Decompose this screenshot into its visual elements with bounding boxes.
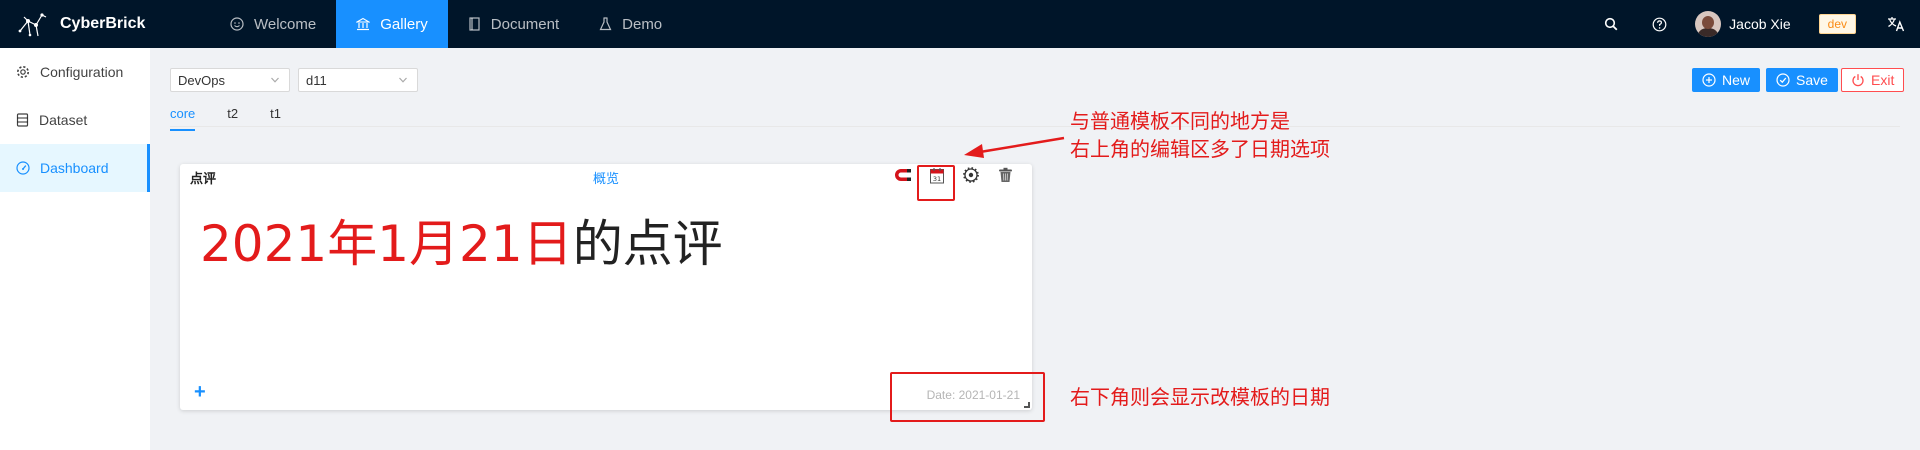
add-content-button[interactable]: + xyxy=(194,382,206,402)
nav-label: Welcome xyxy=(254,15,317,33)
sidebar-item-label: Dataset xyxy=(39,112,88,128)
book-icon xyxy=(469,17,480,31)
calendar-highlight-box xyxy=(917,165,955,201)
dashboard-select-value: d11 xyxy=(306,72,327,88)
nav-welcome[interactable]: Welcome xyxy=(210,0,336,48)
question-icon xyxy=(1652,17,1667,31)
sidebar-item-label: Configuration xyxy=(40,64,124,80)
card-heading-suffix: 的点评 xyxy=(572,215,723,273)
new-button-label: New xyxy=(1722,72,1751,88)
gear-icon xyxy=(17,66,29,78)
database-icon xyxy=(16,113,29,127)
card-heading: 2021年1月21日的点评 xyxy=(200,204,723,276)
nav-demo[interactable]: Demo xyxy=(579,0,682,48)
connect-button[interactable] xyxy=(894,166,912,184)
tab-core[interactable]: core xyxy=(170,106,196,131)
check-circle-icon xyxy=(1776,73,1790,87)
save-button[interactable]: Save xyxy=(1766,68,1838,92)
search-icon xyxy=(1605,17,1618,31)
translate-icon xyxy=(1888,17,1905,32)
chevron-down-icon xyxy=(271,77,279,83)
header-actions: Jacob Xie dev xyxy=(1587,0,1920,48)
card-heading-date: 2021年1月21日 xyxy=(200,215,573,273)
nav-gallery[interactable]: Gallery xyxy=(336,0,448,48)
delete-button[interactable] xyxy=(996,166,1014,184)
chevron-down-icon xyxy=(399,77,407,83)
app-logo[interactable]: CyberBrick xyxy=(16,0,145,48)
exit-button-label: Exit xyxy=(1871,72,1895,88)
annotation-top-line2: 右上角的编辑区多了日期选项 xyxy=(1070,137,1330,161)
annotation-arrow xyxy=(964,136,1065,158)
sidebar: Configuration Dataset Dashboard xyxy=(0,48,150,450)
category-select-value: DevOps xyxy=(178,72,225,88)
dashboard-icon xyxy=(16,161,30,175)
flask-icon xyxy=(599,17,612,31)
tab-divider xyxy=(170,126,1900,127)
sidebar-item-label: Dashboard xyxy=(40,160,109,176)
nav-label: Document xyxy=(490,15,560,33)
save-button-label: Save xyxy=(1796,72,1828,88)
date-highlight-box xyxy=(890,372,1045,422)
env-badge: dev xyxy=(1818,14,1856,34)
cyberbrick-logo-icon xyxy=(18,13,47,37)
user-name: Jacob Xie xyxy=(1729,16,1791,32)
settings-icon xyxy=(963,167,979,183)
card-title: 点评 xyxy=(190,171,217,186)
sidebar-item-configuration[interactable]: Configuration xyxy=(0,48,150,96)
tab-t2[interactable]: t2 xyxy=(227,106,238,131)
top-header: CyberBrick Welcome Gallery Document Demo… xyxy=(0,0,1920,48)
sidebar-item-dataset[interactable]: Dataset xyxy=(0,96,150,144)
dashboard-select[interactable]: d11 xyxy=(298,68,418,92)
settings-button[interactable] xyxy=(962,166,980,184)
magnet-icon xyxy=(895,169,911,181)
avatar xyxy=(1695,11,1722,37)
sidebar-item-dashboard[interactable]: Dashboard xyxy=(0,144,150,192)
nav-label: Gallery xyxy=(380,15,428,33)
top-nav: Welcome Gallery Document Demo xyxy=(210,0,682,48)
app-name: CyberBrick xyxy=(60,15,146,32)
search-button[interactable] xyxy=(1587,0,1635,48)
plus-circle-icon xyxy=(1702,73,1716,87)
smile-icon xyxy=(230,17,244,31)
category-select[interactable]: DevOps xyxy=(170,68,290,92)
exit-button[interactable]: Exit xyxy=(1841,68,1905,92)
card-overview-link[interactable]: 概览 xyxy=(593,168,619,187)
power-icon xyxy=(1852,74,1864,87)
language-button[interactable] xyxy=(1872,0,1920,48)
help-button[interactable] xyxy=(1635,0,1683,48)
new-button[interactable]: New xyxy=(1692,68,1761,92)
annotation-top-line1: 与普通模板不同的地方是 xyxy=(1070,109,1290,133)
annotation-bottom: 右下角则会显示改模板的日期 xyxy=(1070,385,1330,409)
trash-icon xyxy=(998,167,1012,182)
user-menu[interactable]: Jacob Xie xyxy=(1695,11,1791,37)
tab-t1[interactable]: t1 xyxy=(270,106,281,131)
nav-document[interactable]: Document xyxy=(448,0,579,48)
dashboard-tabs: core t2 t1 xyxy=(170,106,313,131)
nav-label: Demo xyxy=(622,15,663,33)
bank-icon xyxy=(356,17,371,31)
